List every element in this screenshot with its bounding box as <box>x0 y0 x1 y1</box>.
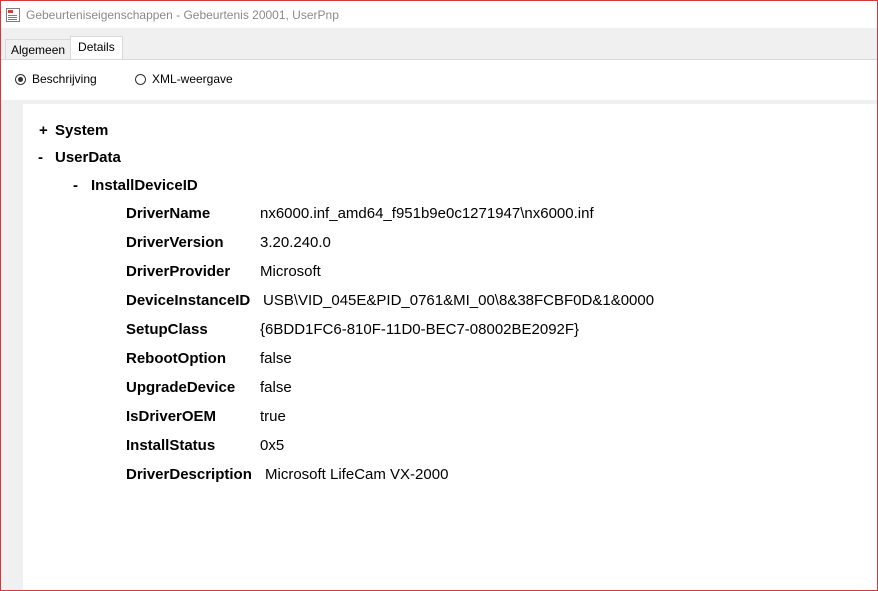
prop-name: RebootOption <box>126 350 226 367</box>
prop-value: false <box>260 379 292 396</box>
radio-xml-weergave[interactable]: XML-weergave <box>135 72 233 86</box>
prop-value: false <box>260 350 292 367</box>
prop-value: Microsoft <box>260 263 321 280</box>
event-viewer-icon <box>6 7 20 22</box>
tree-node-system: System <box>55 122 109 139</box>
prop-name: DriverName <box>126 205 211 222</box>
tree-node-installdeviceid: InstallDeviceID <box>91 177 198 194</box>
radio-checked-icon[interactable] <box>15 73 26 85</box>
system-expand-toggle[interactable]: + <box>39 122 48 139</box>
prop-name: SetupClass <box>126 321 208 338</box>
radio-xml-label: XML-weergave <box>152 72 233 86</box>
prop-name: UpgradeDevice <box>126 379 236 396</box>
window-title: Gebeurteniseigenschappen - Gebeurtenis 2… <box>26 7 339 22</box>
prop-value: Microsoft LifeCam VX-2000 <box>265 466 449 483</box>
prop-name: DriverDescription <box>126 466 252 483</box>
event-detail-tree: + System - UserData - InstallDeviceID Dr… <box>23 104 877 590</box>
prop-name: DriverVersion <box>126 234 224 251</box>
prop-value: true <box>260 408 286 425</box>
radio-beschrijving-label: Beschrijving <box>32 72 97 86</box>
prop-name: DeviceInstanceID <box>126 292 251 309</box>
prop-value: USB\VID_045E&PID_0761&MI_00\8&38FCBF0D&1… <box>263 292 655 309</box>
tab-strip: Algemeen Details <box>5 36 123 60</box>
installdeviceid-collapse-toggle[interactable]: - <box>73 177 78 194</box>
tab-details[interactable]: Details <box>70 36 123 60</box>
prop-value: 3.20.240.0 <box>260 234 331 251</box>
event-properties-window: Gebeurteniseigenschappen - Gebeurtenis 2… <box>0 0 878 591</box>
title-bar[interactable]: Gebeurteniseigenschappen - Gebeurtenis 2… <box>1 1 877 28</box>
prop-name: InstallStatus <box>126 437 216 454</box>
prop-value: nx6000.inf_amd64_f951b9e0c1271947\nx6000… <box>260 205 594 222</box>
prop-name: DriverProvider <box>126 263 231 280</box>
tree-node-userdata: UserData <box>55 149 121 166</box>
radio-unchecked-icon[interactable] <box>135 73 146 85</box>
tab-algemeen[interactable]: Algemeen <box>5 39 72 60</box>
view-mode-bar: Beschrijving XML-weergave <box>1 59 877 100</box>
userdata-collapse-toggle[interactable]: - <box>38 149 43 166</box>
prop-value: 0x5 <box>260 437 285 454</box>
prop-value: {6BDD1FC6-810F-11D0-BEC7-08002BE2092F} <box>260 321 580 338</box>
prop-name: IsDriverOEM <box>126 408 217 425</box>
content-margin <box>1 104 23 590</box>
radio-beschrijving[interactable]: Beschrijving <box>15 72 97 86</box>
